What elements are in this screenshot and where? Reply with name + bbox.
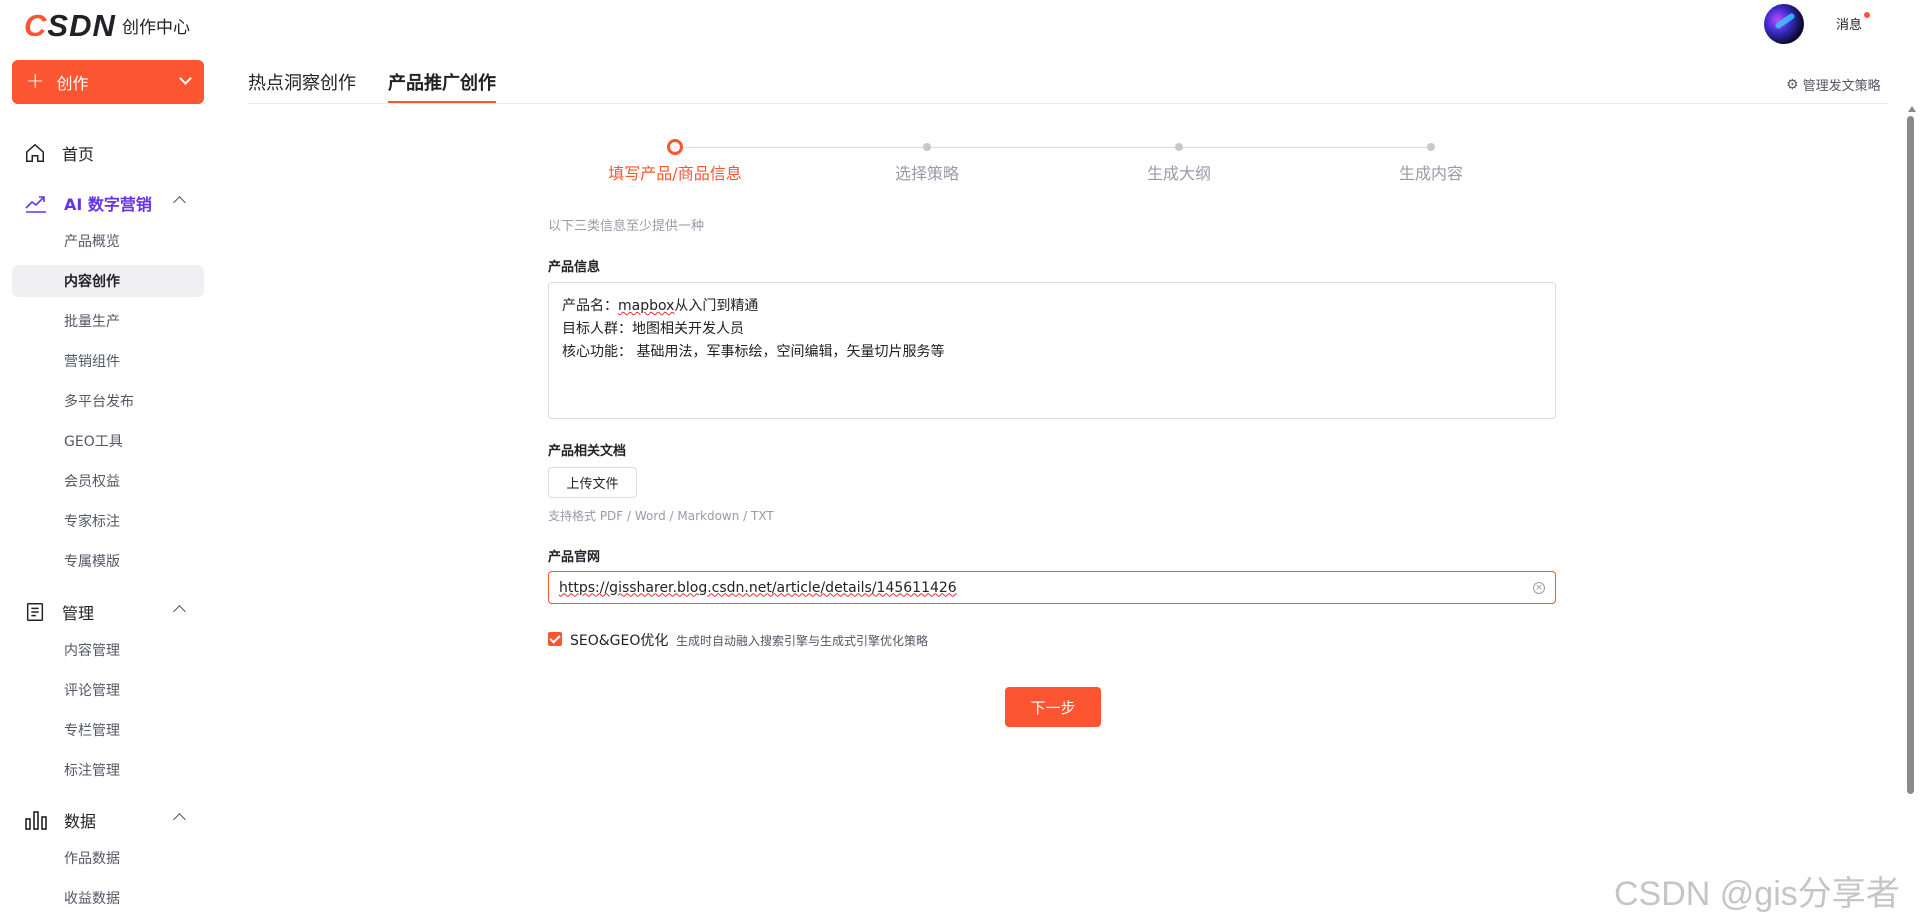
product-website-label: 产品官网 [548,550,601,565]
sidebar-group-manage[interactable]: 管理 [24,600,186,624]
seo-geo-checkbox[interactable] [548,632,562,646]
sidebar-item-expert-annotation[interactable]: 专家标注 [64,511,120,531]
sidebar-item-annotation-manage[interactable]: 标注管理 [64,760,120,780]
step-4-indicator [1427,143,1435,151]
sidebar-group-label: 数据 [64,812,97,831]
sidebar-group-label: AI 数字营销 [64,195,152,214]
document-icon [26,603,44,621]
textarea-line: 目标人群：地图相关开发人员 [562,321,744,337]
tab-hot-insight[interactable]: 热点洞察创作 [248,69,356,95]
step-1-label: 填写产品/商品信息 [608,164,742,183]
spellcheck-word: mapbox [618,298,675,314]
manage-strategy-label: 管理发文策略 [1802,79,1881,94]
step-2-indicator [923,143,931,151]
vertical-scrollbar-thumb[interactable] [1907,116,1914,794]
step-1-indicator [667,139,683,155]
messages-link[interactable]: 消息 [1836,14,1862,33]
chevron-up-icon [173,196,186,209]
website-url-value: https://gissharer.blog.csdn.net/article/… [559,579,957,596]
user-avatar[interactable] [1764,4,1804,44]
sidebar-item-content-creation[interactable]: 内容创作 [64,271,120,291]
product-info-textarea[interactable]: 产品名：mapbox从入门到精通 目标人群：地图相关开发人员 核心功能： 基础用… [548,282,1556,419]
sidebar-item-marketing-components[interactable]: 营销组件 [64,351,120,371]
sidebar-item-geo-tools[interactable]: GEO工具 [64,431,123,451]
clear-input-icon[interactable]: × [1533,582,1545,594]
step-connector [931,147,1177,148]
sidebar-group-ai-marketing[interactable]: AI 数字营销 [24,191,186,215]
seo-geo-description: 生成时自动融入搜索引擎与生成式引擎优化策略 [676,634,929,648]
step-2-label: 选择策略 [894,164,960,183]
tabs-divider [248,103,1888,104]
step-connector [675,147,927,148]
step-connector [1181,147,1429,148]
step-3-label: 生成大纲 [1146,164,1212,183]
chevron-up-icon [173,813,186,826]
gear-icon: ⚙ [1786,76,1799,93]
sidebar-item-label: 首页 [62,145,95,164]
bar-chart-icon [25,811,47,830]
creation-center-title: 创作中心 [122,18,190,38]
sidebar-group-label: 管理 [62,604,95,623]
sidebar-item-works-data[interactable]: 作品数据 [64,848,120,868]
sidebar-group-data[interactable]: 数据 [24,808,186,832]
create-button-label: 创作 [56,74,89,93]
plus-icon: + [26,69,45,94]
watermark: CSDN @gis分享者 [1614,875,1900,913]
product-docs-label: 产品相关文档 [548,444,627,459]
scroll-up-arrow-icon[interactable] [1908,106,1916,112]
top-header: CSDN 创作中心 消息 [0,0,1920,48]
sidebar-item-multi-platform-publish[interactable]: 多平台发布 [64,391,134,411]
textarea-line: 产品名：mapbox从入门到精通 [562,298,759,314]
chevron-up-icon [173,605,186,618]
manage-strategy-link[interactable]: ⚙ 管理发文策略 [1786,75,1881,95]
step-4-label: 生成内容 [1398,164,1464,183]
trend-chart-icon [25,196,46,213]
create-button[interactable]: + 创作 [12,60,204,104]
sidebar-item-member-benefits[interactable]: 会员权益 [64,471,120,491]
product-info-label: 产品信息 [548,260,601,275]
sidebar-item-product-overview[interactable]: 产品概览 [64,231,120,251]
sidebar-item-home[interactable]: 首页 [24,141,94,165]
step-3-indicator [1175,143,1183,151]
sidebar-item-comment-manage[interactable]: 评论管理 [64,680,120,700]
seo-geo-label[interactable]: SEO&GEO优化 [570,630,668,650]
unread-dot-icon [1864,12,1870,18]
supported-formats-hint: 支持格式 PDF / Word / Markdown / TXT [548,509,774,523]
tab-product-promotion[interactable]: 产品推广创作 [388,69,496,95]
website-url-input[interactable]: https://gissharer.blog.csdn.net/article/… [548,571,1556,604]
upload-file-button[interactable]: 上传文件 [548,467,637,498]
chevron-down-icon [179,72,192,85]
textarea-line: 核心功能： 基础用法，军事标绘，空间编辑，矢量切片服务等 [562,344,945,360]
sidebar-item-content-manage[interactable]: 内容管理 [64,640,120,660]
next-step-button[interactable]: 下一步 [1005,687,1101,727]
csdn-logo[interactable]: CSDN [24,8,116,44]
home-icon [26,143,44,162]
form-hint: 以下三类信息至少提供一种 [548,219,705,234]
sidebar-item-batch-production[interactable]: 批量生产 [64,311,120,331]
sidebar-item-exclusive-templates[interactable]: 专属模版 [64,551,120,571]
sidebar-item-column-manage[interactable]: 专栏管理 [64,720,120,740]
sidebar-item-revenue-data[interactable]: 收益数据 [64,888,120,908]
